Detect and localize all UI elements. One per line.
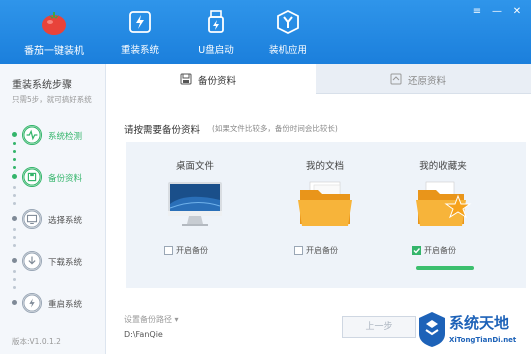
connector-dot: [13, 166, 16, 169]
connector-dot: [13, 142, 16, 145]
backup-toggle-desktop[interactable]: 开启备份: [164, 245, 234, 257]
app-header: 番茄一键装机 重装系统 U盘启动 装机应用 ≡ — ✕: [0, 0, 531, 64]
connector-dot: [13, 194, 16, 197]
folder-icon: [298, 181, 352, 226]
imac-monitor-icon: [168, 182, 222, 226]
steps-sidebar: 重装系统步骤 只需5步，就可搞好系统 系统检测 备份资料 选择系统 下载系统 重…: [0, 64, 106, 354]
watermark-logo-icon: [419, 312, 445, 347]
card-title: 我的收藏夹: [419, 161, 467, 172]
tab-label: 备份资料: [198, 76, 237, 87]
step-bullet: [12, 174, 17, 179]
version-label: 版本:V1.0.1.2: [12, 337, 61, 346]
step-bullet: [12, 258, 17, 263]
connector-dot: [13, 278, 16, 281]
nav-label: 装机应用: [268, 45, 307, 56]
watermark-title: 系统天地: [449, 314, 510, 332]
favorites-progress-bar: [416, 266, 474, 270]
nav-label: U盘启动: [198, 45, 234, 56]
connector-dot: [13, 244, 16, 247]
card-title: 我的文档: [305, 161, 344, 172]
backup-options-panel: 桌面文件 开启备份 我的文档 开启备份 我的收藏夹 开启备份: [126, 142, 526, 288]
restart-icon: [22, 293, 42, 313]
step-label: 系统检测: [48, 132, 83, 142]
favorites-folder-icon: [416, 181, 472, 226]
connector-dot: [13, 158, 16, 161]
watermark-url: XiTongTianDi.net: [449, 336, 517, 344]
tab-label: 还原资料: [408, 76, 447, 87]
minimize-button[interactable]: —: [490, 6, 504, 17]
tab-bar: 备份资料 还原资料: [106, 64, 531, 94]
backup-toggle-favorites[interactable]: 开启备份: [412, 245, 482, 257]
sidebar-title: 重装系统步骤: [12, 80, 72, 91]
app-name: 番茄一键装机: [24, 46, 84, 57]
restore-tab-icon: [390, 73, 402, 85]
connector-dot: [13, 228, 16, 231]
y-shield-icon: [277, 10, 299, 34]
nav-usb-boot[interactable]: U盘启动: [176, 0, 256, 64]
step-restart-system: 重启系统: [22, 293, 106, 313]
backup-path-value: D:\FanQie: [124, 330, 163, 339]
progress-fill: [416, 266, 474, 270]
usb-icon: [208, 10, 224, 33]
step-label: 下载系统: [48, 258, 83, 268]
menu-button[interactable]: ≡: [470, 6, 484, 17]
sidebar-subtitle: 只需5步，就可搞好系统: [12, 95, 92, 104]
nav-reinstall-system[interactable]: 重装系统: [100, 0, 180, 64]
step-backup-data: 备份资料: [22, 167, 106, 187]
backup-icon: [22, 167, 42, 187]
backup-card-favorites: 我的收藏夹 开启备份: [388, 142, 498, 288]
step-download-system: 下载系统: [22, 251, 106, 271]
step-bullet: [12, 300, 17, 305]
connector-dot: [13, 286, 16, 289]
download-icon: [22, 251, 42, 271]
checkbox[interactable]: [164, 246, 173, 255]
watermark: 系统天地 XiTongTianDi.net: [415, 306, 531, 354]
checkbox-label: 开启备份: [306, 246, 338, 255]
section-title: 请按需要备份资料: [124, 125, 201, 136]
card-title: 桌面文件: [175, 161, 214, 172]
step-label: 备份资料: [48, 174, 83, 184]
connector-dot: [13, 270, 16, 273]
check-icon: [413, 248, 421, 254]
backup-path-label[interactable]: 设置备份路径 ▾: [124, 314, 179, 325]
step-label: 重启系统: [48, 300, 83, 310]
tomato-logo-icon: [42, 12, 66, 35]
monitor-icon: [22, 209, 42, 229]
connector-dot: [13, 236, 16, 239]
checkbox[interactable]: [294, 246, 303, 255]
backup-card-desktop: 桌面文件 开启备份: [140, 142, 250, 288]
step-label: 选择系统: [48, 216, 83, 226]
pulse-icon: [22, 125, 42, 145]
app-logo: 番茄一键装机: [14, 6, 94, 60]
step-bullet: [12, 216, 17, 221]
backup-toggle-documents[interactable]: 开启备份: [294, 245, 364, 257]
backup-tab-icon: [180, 73, 192, 85]
connector-dot: [13, 186, 16, 189]
checkbox-checked[interactable]: [412, 246, 421, 255]
checkbox-label: 开启备份: [176, 246, 208, 255]
step-bullet: [12, 132, 17, 137]
nav-install-apps[interactable]: 装机应用: [248, 0, 328, 64]
section-hint: (如果文件比较多，备份时间会比较长): [212, 124, 338, 133]
backup-card-documents: 我的文档 开启备份: [270, 142, 380, 288]
tab-restore-data[interactable]: 还原资料: [316, 64, 531, 94]
connector-dot: [13, 202, 16, 205]
checkbox-label: 开启备份: [424, 246, 456, 255]
nav-label: 重装系统: [120, 45, 159, 56]
lightning-icon: [129, 11, 151, 33]
previous-step-button[interactable]: 上一步: [342, 316, 416, 338]
step-system-check: 系统检测: [22, 125, 106, 145]
close-button[interactable]: ✕: [510, 6, 524, 17]
connector-dot: [13, 150, 16, 153]
step-select-system: 选择系统: [22, 209, 106, 229]
tab-backup-data[interactable]: 备份资料: [106, 64, 316, 94]
